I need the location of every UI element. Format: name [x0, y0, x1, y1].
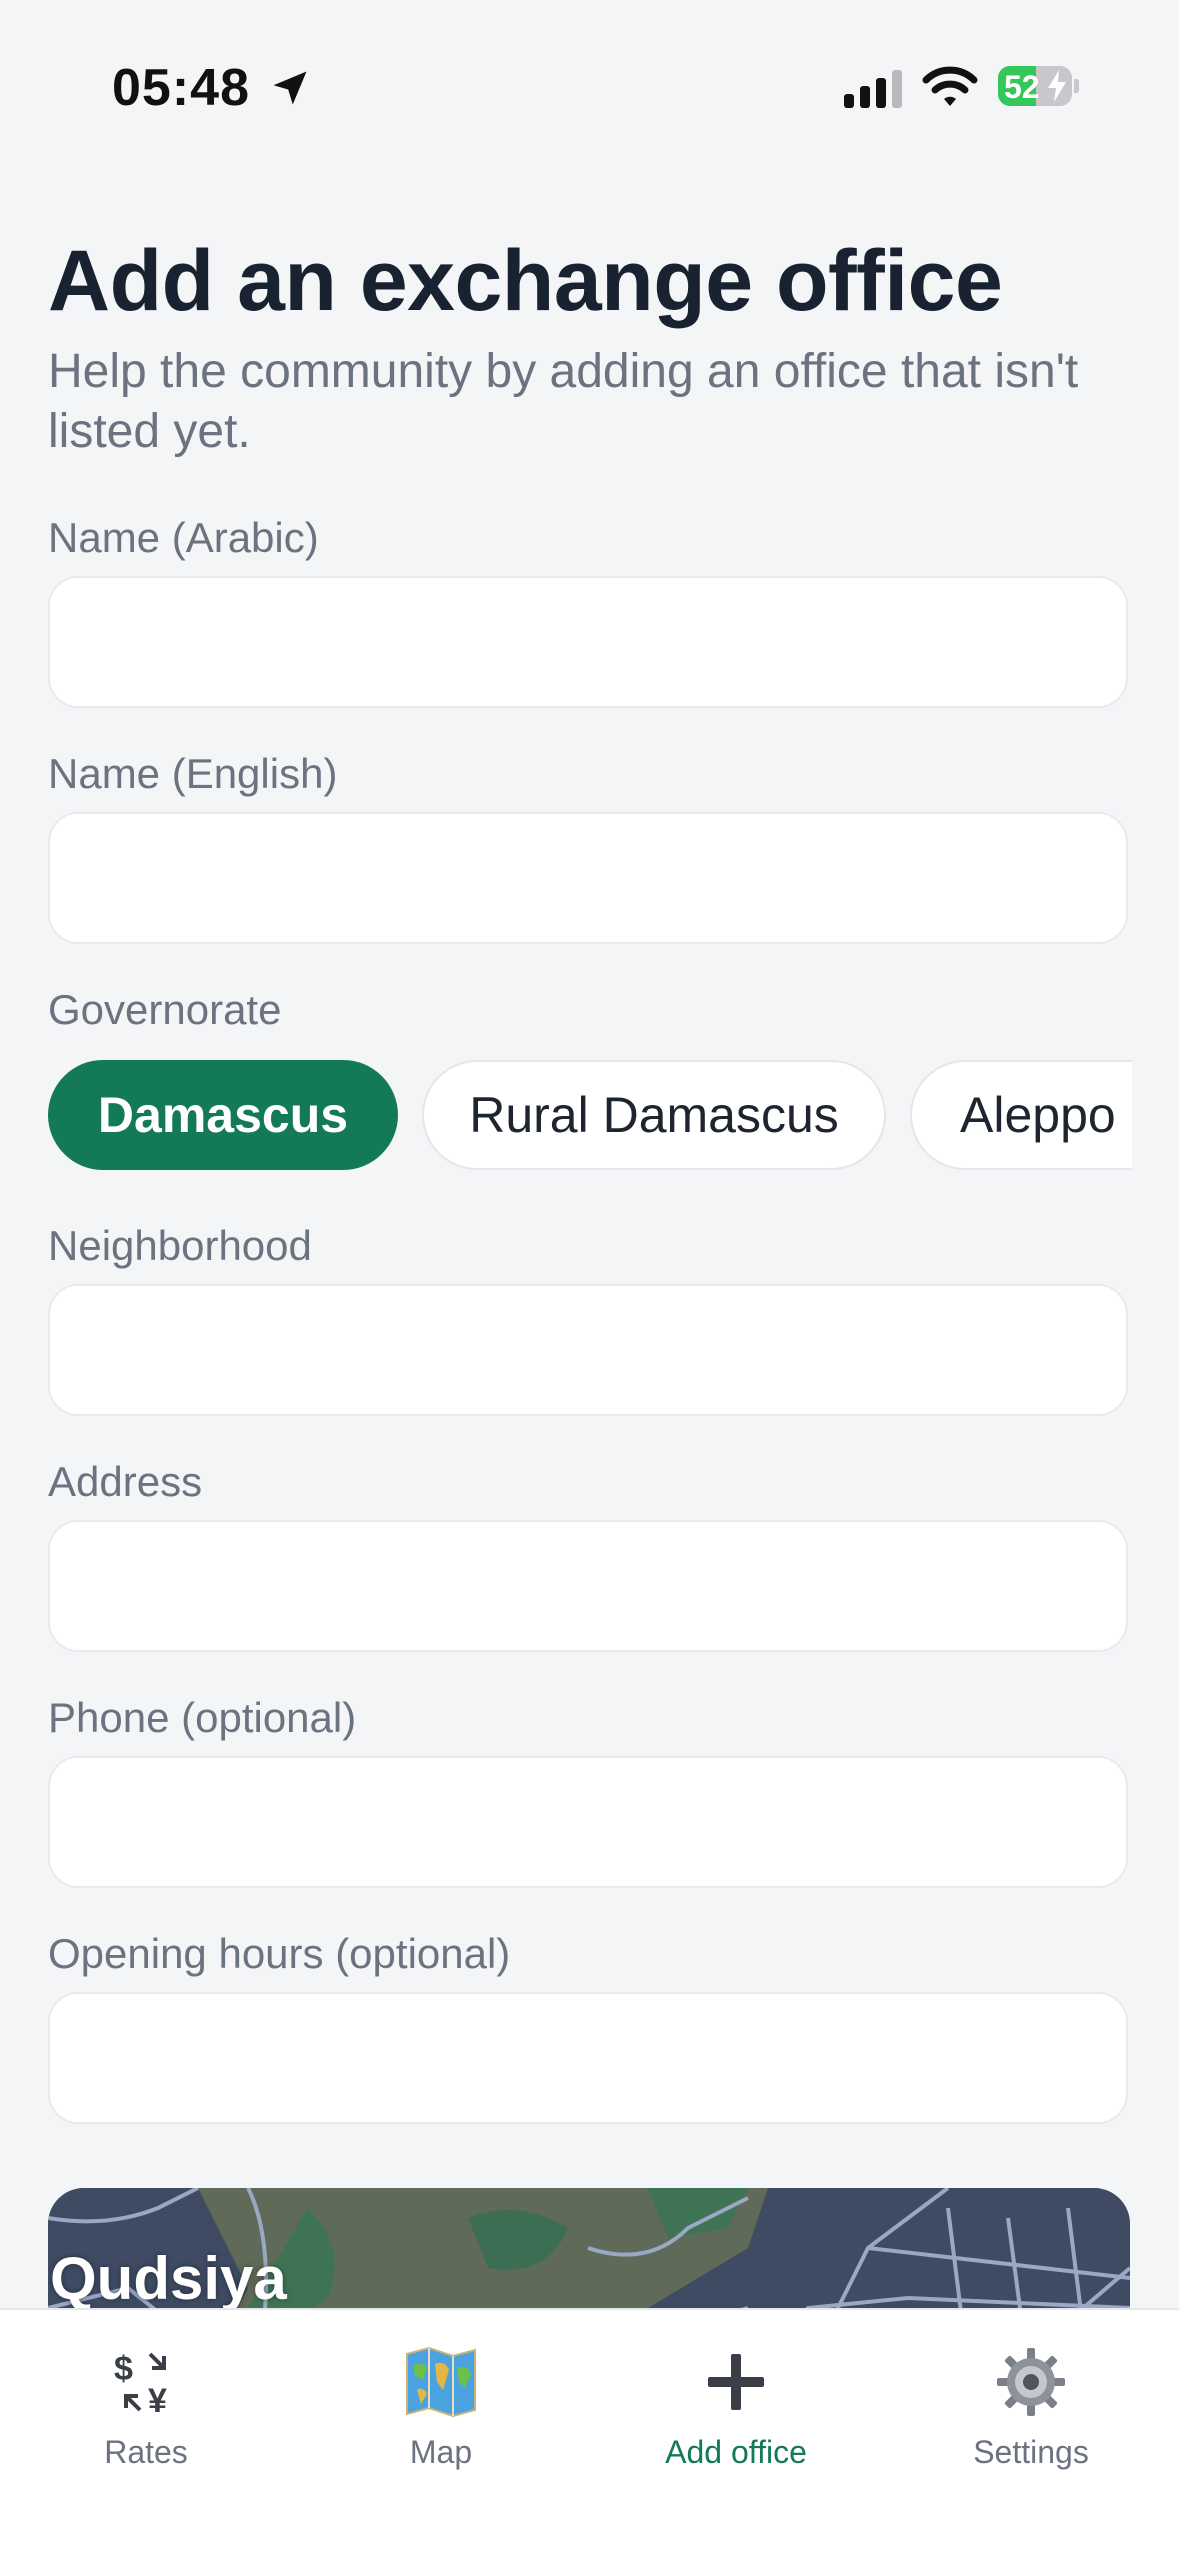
svg-text:¥: ¥ [148, 2382, 167, 2418]
bottom-tab-bar: $ ¥ Rates Map Add office Settings [0, 2308, 1179, 2558]
gear-icon [997, 2348, 1065, 2416]
world-map-icon [406, 2346, 476, 2418]
governorate-chip-aleppo[interactable]: Aleppo [910, 1060, 1132, 1170]
battery-nub [1074, 79, 1079, 93]
tab-map[interactable]: Map [341, 2336, 541, 2476]
governorate-label: Governorate [48, 986, 282, 1033]
status-time: 05:48 [112, 59, 250, 117]
battery-body: 52 [998, 66, 1072, 106]
address-label: Address [48, 1458, 203, 1505]
address-input[interactable] [48, 1520, 1128, 1652]
phone-label: Phone (optional) [48, 1694, 357, 1741]
tab-settings[interactable]: Settings [931, 2336, 1131, 2476]
tab-map-label: Map [409, 2434, 473, 2470]
wifi-icon [922, 66, 978, 106]
phone-input[interactable] [48, 1756, 1128, 1888]
tab-rates-label: Rates [104, 2434, 188, 2470]
tab-settings-label: Settings [973, 2434, 1089, 2470]
name-arabic-label: Name (Arabic) [48, 514, 319, 561]
neighborhood-label: Neighborhood [48, 1222, 312, 1269]
page-title: Add an exchange office [48, 233, 1003, 329]
cellular-signal-icon [844, 70, 902, 108]
page-subtitle: Help the community by adding an office t… [48, 345, 1079, 458]
svg-text:$: $ [114, 2350, 133, 2388]
tab-add-office[interactable]: Add office [636, 2336, 836, 2476]
opening-hours-label: Opening hours (optional) [48, 1930, 511, 1977]
opening-hours-input[interactable] [48, 1992, 1128, 2124]
governorate-chip-list: Damascus Rural Damascus Aleppo [48, 1060, 1132, 1172]
plus-icon [708, 2354, 764, 2410]
battery-level: 52 [1004, 69, 1040, 105]
name-arabic-input[interactable] [48, 576, 1128, 708]
governorate-chip-rural-damascus[interactable]: Rural Damascus [422, 1060, 886, 1170]
location-arrow-icon [273, 71, 307, 105]
status-bar: 05:48 52 [0, 0, 1179, 170]
name-english-input[interactable] [48, 812, 1128, 944]
battery-indicator: 52 [998, 66, 1079, 106]
name-english-label: Name (English) [48, 750, 338, 797]
tab-add-office-label: Add office [665, 2434, 807, 2470]
governorate-chip-damascus[interactable]: Damascus [48, 1060, 398, 1170]
tab-rates[interactable]: $ ¥ Rates [46, 2336, 246, 2476]
charging-bolt-icon [1048, 70, 1066, 102]
map-place-label: Qudsiya [50, 2245, 287, 2312]
neighborhood-input[interactable] [48, 1284, 1128, 1416]
currency-exchange-icon: $ ¥ [114, 2350, 167, 2418]
